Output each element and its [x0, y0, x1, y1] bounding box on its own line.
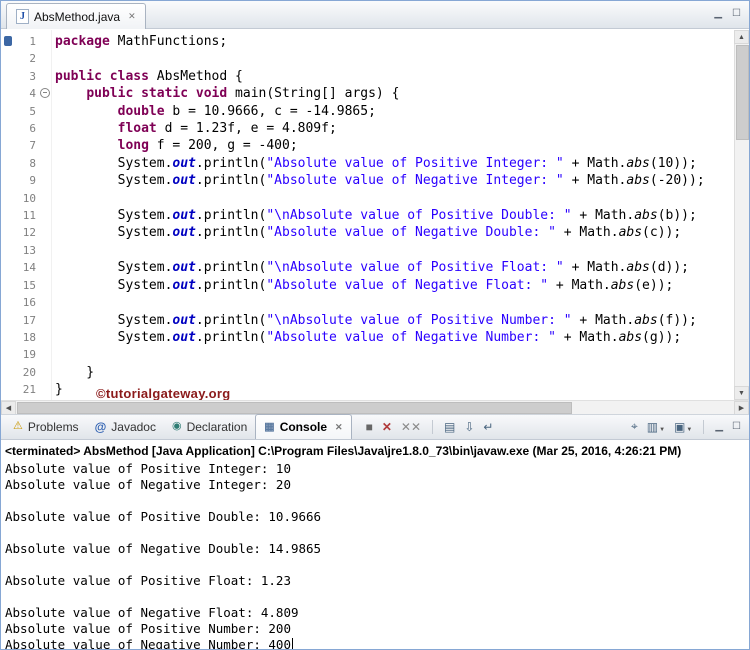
console-line: Absolute value of Negative Integer: 20	[5, 477, 291, 492]
scroll-right-icon[interactable]: ▶	[734, 400, 749, 415]
code-line[interactable]: System.out.println("\nAbsolute value of …	[55, 312, 734, 329]
maximize-icon[interactable]: ☐	[732, 7, 741, 21]
code-line[interactable]: float d = 1.23f, e = 4.809f;	[55, 120, 734, 137]
code-line[interactable]: }	[55, 364, 734, 381]
horizontal-scrollbar-thumb[interactable]	[17, 401, 572, 414]
vertical-scrollbar[interactable]: ▲ ▼	[734, 30, 749, 400]
code-line[interactable]: System.out.println("Absolute value of Po…	[55, 155, 734, 172]
tab-javadoc-label: Javadoc	[111, 419, 156, 434]
console-tab-bar: ⚠ Problems @ Javadoc ◉ Declaration ▦ Con…	[1, 414, 749, 440]
code-line[interactable]: System.out.println("\nAbsolute value of …	[55, 207, 734, 224]
code-line[interactable]: public static void main(String[] args) {	[55, 85, 734, 102]
console-line: Absolute value of Negative Double: 14.98…	[5, 541, 322, 556]
console-line: Absolute value of Negative Number: 400	[5, 637, 293, 649]
code-line[interactable]: System.out.println("Absolute value of Ne…	[55, 277, 734, 294]
close-icon[interactable]: ✕	[128, 11, 136, 22]
tab-declaration[interactable]: ◉ Declaration	[164, 414, 255, 439]
declaration-icon: ◉	[171, 420, 182, 432]
code-line[interactable]: System.out.println("\nAbsolute value of …	[55, 259, 734, 276]
minimize-icon[interactable]: ▁	[715, 421, 723, 432]
line-numbers[interactable]: 1 2 3 4 5 6 7 8 9 10 11 12 13 14 15 16 17 18 19 20 21	[15, 30, 39, 400]
java-file-icon: J	[16, 9, 29, 24]
console-line: Absolute value of Positive Float: 1.23	[5, 573, 291, 588]
tab-problems-label: Problems	[27, 419, 79, 434]
maximize-icon[interactable]: ☐	[732, 421, 741, 432]
code-line[interactable]	[55, 50, 734, 67]
console-status-line: <terminated> AbsMethod [Java Application…	[5, 444, 682, 458]
scroll-lock-icon[interactable]: ⇩	[464, 420, 474, 434]
console-line: Absolute value of Positive Integer: 10	[5, 461, 291, 476]
code-line[interactable]: long f = 200, g = -400;	[55, 137, 734, 154]
chevron-down-icon: ▼	[686, 426, 693, 433]
scroll-down-icon[interactable]: ▼	[734, 386, 749, 400]
code-line[interactable]: double b = 10.9666, c = -14.9865;	[55, 103, 734, 120]
open-console-icon[interactable]: ▣▼	[674, 420, 692, 434]
code-line[interactable]: System.out.println("Absolute value of Ne…	[55, 172, 734, 189]
editor-tab-bar: J AbsMethod.java ✕ ▁ ☐	[1, 1, 749, 29]
toolbar-separator	[432, 419, 433, 434]
console-line: Absolute value of Positive Double: 10.96…	[5, 509, 322, 524]
tab-console[interactable]: ▦ Console ✕	[255, 414, 352, 439]
scroll-left-icon[interactable]: ◀	[1, 400, 16, 415]
console-line: Absolute value of Positive Number: 200	[5, 621, 291, 636]
console-line: Absolute value of Negative Float: 4.809	[5, 605, 299, 620]
fold-collapse-icon[interactable]	[40, 88, 50, 99]
terminate-icon[interactable]: ■	[366, 420, 373, 434]
remove-all-terminated-icon[interactable]: ✕✕	[401, 420, 421, 434]
code-line[interactable]: System.out.println("Absolute value of Ne…	[55, 224, 734, 241]
fold-ruler[interactable]	[39, 30, 52, 400]
code-line[interactable]	[55, 242, 734, 259]
annotation-ruler[interactable]	[1, 30, 15, 400]
annotation-marker	[4, 36, 12, 46]
vertical-scrollbar-thumb[interactable]	[736, 45, 749, 140]
horizontal-scrollbar[interactable]: ◀ ▶	[1, 400, 749, 415]
minimize-icon[interactable]: ▁	[714, 7, 722, 21]
tab-javadoc[interactable]: @ Javadoc	[87, 414, 164, 439]
code-line[interactable]: public class AbsMethod {	[55, 68, 734, 85]
close-icon[interactable]: ✕	[335, 422, 343, 433]
editor-tab-absmethod[interactable]: J AbsMethod.java ✕	[6, 3, 146, 29]
display-selected-console-icon[interactable]: ▥▼	[647, 420, 665, 434]
console-toolbar: ■ ✕ ✕✕ ▤ ⇩ ↵	[366, 414, 493, 439]
code-editor[interactable]: 1 2 3 4 5 6 7 8 9 10 11 12 13 14 15 16 17 18 19 20 21 packag…	[1, 30, 749, 400]
console-toolbar-right: ⌖ ▥▼ ▣▼ ▁ ☐	[631, 414, 745, 439]
console-output[interactable]: Absolute value of Positive Integer: 10 Ab…	[1, 461, 749, 649]
eclipse-window: J AbsMethod.java ✕ ▁ ☐ 1 2 3 4 5 6 7 8 9 10 11 12 13…	[0, 0, 750, 650]
javadoc-icon: @	[94, 419, 107, 434]
code-lines[interactable]: package MathFunctions; public class AbsM…	[52, 30, 734, 400]
console-view[interactable]: <terminated> AbsMethod [Java Application…	[1, 441, 749, 649]
code-line[interactable]: System.out.println("Absolute value of Ne…	[55, 329, 734, 346]
clear-console-icon[interactable]: ▤	[444, 420, 455, 434]
console-icon: ▦	[264, 420, 275, 433]
code-line[interactable]	[55, 190, 734, 207]
problems-icon: ⚠	[13, 420, 23, 432]
code-line[interactable]	[55, 346, 734, 363]
text-caret	[291, 638, 293, 649]
editor-window-controls: ▁ ☐	[714, 7, 741, 21]
scroll-up-icon[interactable]: ▲	[734, 30, 749, 44]
code-line[interactable]: package MathFunctions;	[55, 33, 734, 50]
watermark: ©tutorialgateway.org	[96, 386, 231, 400]
remove-launch-icon[interactable]: ✕	[382, 420, 392, 434]
tab-declaration-label: Declaration	[186, 419, 248, 434]
word-wrap-icon[interactable]: ↵	[483, 420, 493, 434]
tab-problems[interactable]: ⚠ Problems	[5, 414, 87, 439]
editor-tab-label: AbsMethod.java	[34, 9, 121, 24]
tab-console-label: Console	[279, 420, 328, 434]
chevron-down-icon: ▼	[659, 426, 666, 433]
pin-console-icon[interactable]: ⌖	[631, 419, 638, 434]
code-line[interactable]	[55, 294, 734, 311]
toolbar-separator	[703, 419, 705, 434]
